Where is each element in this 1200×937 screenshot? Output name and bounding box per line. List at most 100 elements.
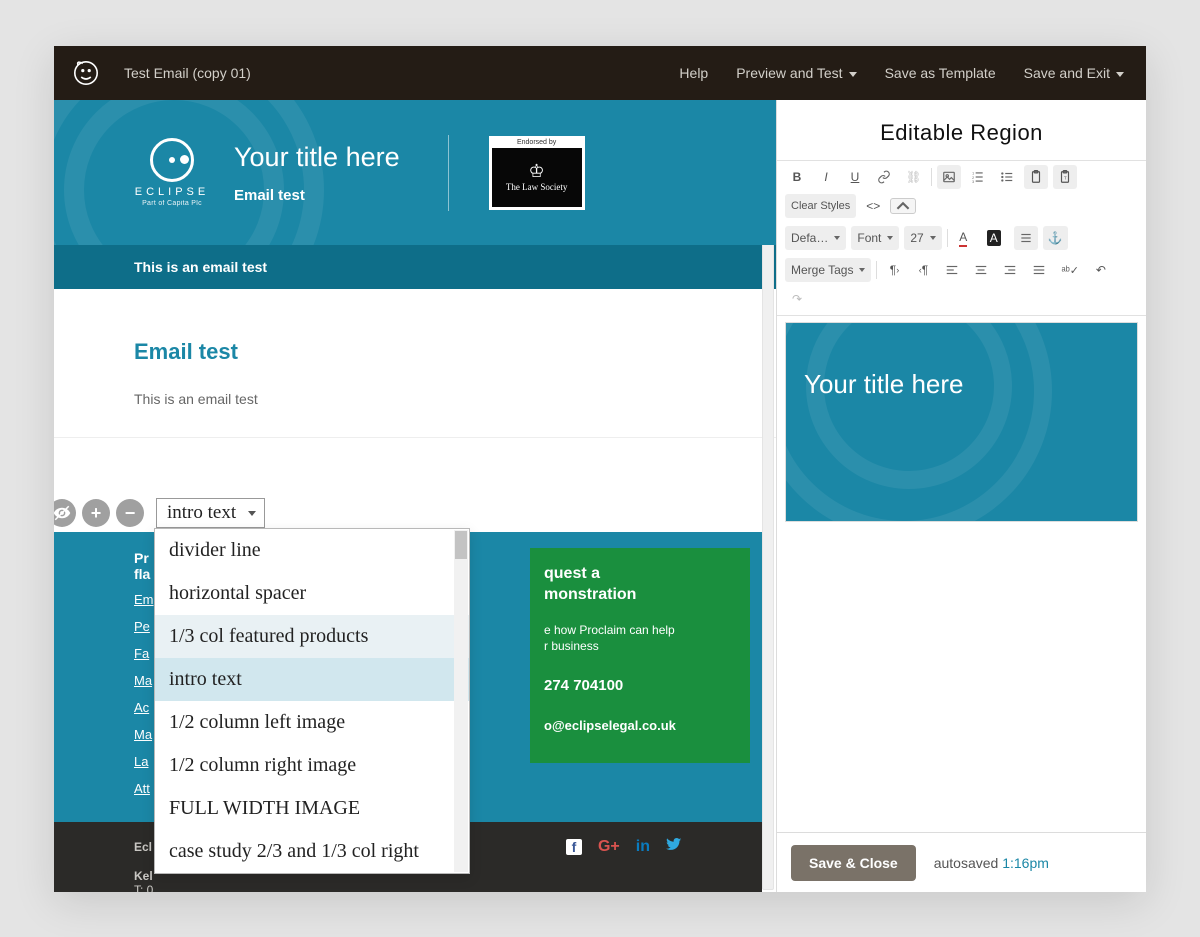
email-subtitle: Email test bbox=[234, 187, 400, 204]
topbar: Test Email (copy 01) Help Preview and Te… bbox=[54, 46, 1146, 100]
dropdown-item[interactable]: 1/3 col featured products bbox=[155, 615, 469, 658]
align-justify-button[interactable] bbox=[1027, 258, 1051, 282]
block-type-select[interactable]: intro text bbox=[156, 498, 265, 528]
chevron-down-icon bbox=[1116, 72, 1124, 77]
link-button[interactable] bbox=[872, 165, 896, 189]
preview-test-menu[interactable]: Preview and Test bbox=[736, 65, 856, 81]
facebook-icon[interactable]: f bbox=[566, 839, 582, 855]
eclipse-logo: ECLIPSE Part of Capita Plc bbox=[134, 138, 210, 207]
unordered-list-button[interactable] bbox=[995, 165, 1019, 189]
chevron-down-icon bbox=[859, 268, 865, 272]
paste-text-button[interactable]: T bbox=[1053, 165, 1077, 189]
save-close-button[interactable]: Save & Close bbox=[791, 845, 916, 881]
cta-title-2: monstration bbox=[544, 586, 636, 603]
line-height-button[interactable] bbox=[1014, 226, 1038, 250]
editor-footer: Save & Close autosaved 1:16pm bbox=[777, 832, 1146, 892]
clear-styles-button[interactable]: Clear Styles bbox=[785, 194, 856, 218]
rtl-button[interactable]: ‹¶ bbox=[911, 258, 935, 282]
chevron-down-icon bbox=[849, 72, 857, 77]
chevron-down-icon bbox=[887, 236, 893, 240]
preview-label: Preview and Test bbox=[736, 65, 842, 81]
unlink-button[interactable]: ⛓ bbox=[901, 165, 926, 189]
image-button[interactable] bbox=[937, 165, 961, 189]
underline-button[interactable]: U bbox=[843, 165, 867, 189]
cta-email: o@eclipselegal.co.uk bbox=[544, 718, 736, 733]
email-preview: ECLIPSE Part of Capita Plc Your title he… bbox=[54, 100, 776, 892]
google-plus-icon[interactable]: G+ bbox=[598, 838, 620, 856]
toggle-visibility-button[interactable] bbox=[54, 499, 76, 527]
anchor-button[interactable]: ⚓ bbox=[1043, 226, 1068, 250]
footer-intro-1: Pr bbox=[134, 550, 149, 566]
save-template-label: Save as Template bbox=[885, 65, 996, 81]
block-actions: + − intro text bbox=[54, 498, 265, 528]
editor-canvas[interactable]: Your title here bbox=[785, 322, 1138, 522]
save-exit-menu[interactable]: Save and Exit bbox=[1024, 65, 1124, 81]
paste-button[interactable] bbox=[1024, 165, 1048, 189]
autosave-status: autosaved 1:16pm bbox=[934, 855, 1049, 871]
editor-title: Editable Region bbox=[777, 100, 1146, 160]
linkedin-icon[interactable]: in bbox=[636, 838, 650, 856]
footer-company: Ecl bbox=[134, 840, 152, 854]
bold-button[interactable]: B bbox=[785, 165, 809, 189]
undo-button[interactable]: ↶ bbox=[1089, 258, 1113, 282]
canvas-title[interactable]: Your title here bbox=[786, 323, 1137, 400]
dropdown-item[interactable]: horizontal spacer bbox=[155, 572, 469, 615]
align-right-button[interactable] bbox=[998, 258, 1022, 282]
bg-color-button[interactable]: A bbox=[982, 226, 1009, 250]
spellcheck-button[interactable]: ᵃᵇ✓ bbox=[1056, 258, 1083, 282]
save-exit-label: Save and Exit bbox=[1024, 65, 1110, 81]
ltr-button[interactable]: ¶› bbox=[882, 258, 906, 282]
font-family-select[interactable]: Defa… bbox=[785, 226, 846, 250]
dropdown-scrollbar[interactable] bbox=[454, 530, 468, 872]
remove-block-button[interactable]: − bbox=[116, 499, 144, 527]
svg-text:1: 1 bbox=[972, 172, 974, 176]
email-body-block[interactable]: Email test This is an email test bbox=[54, 289, 776, 438]
law-society-badge: Endorsed by ♔ The Law Society bbox=[489, 136, 585, 210]
svg-text:T: T bbox=[1064, 175, 1067, 180]
source-code-button[interactable]: <> bbox=[861, 194, 885, 218]
help-label: Help bbox=[679, 65, 708, 81]
merge-tags-select[interactable]: Merge Tags bbox=[785, 258, 871, 282]
editor-panel: Editable Region B I U ⛓ 123 bbox=[776, 100, 1146, 892]
dropdown-item[interactable]: 1/2 column left image bbox=[155, 701, 469, 744]
collapse-button[interactable] bbox=[890, 198, 916, 214]
cta-body-2: r business bbox=[544, 639, 599, 653]
dropdown-item-selected[interactable]: intro text bbox=[155, 658, 469, 701]
dropdown-item[interactable]: case study 2/3 and 1/3 col right bbox=[155, 830, 469, 873]
dropdown-item[interactable]: divider line bbox=[155, 529, 469, 572]
chevron-down-icon bbox=[930, 236, 936, 240]
body-text: This is an email test bbox=[134, 391, 696, 407]
dropdown-item[interactable]: 1/2 column right image bbox=[155, 744, 469, 787]
font-size-select[interactable]: 27 bbox=[904, 226, 941, 250]
save-template-menu[interactable]: Save as Template bbox=[885, 65, 996, 81]
align-center-button[interactable] bbox=[969, 258, 993, 282]
block-type-dropdown[interactable]: divider line horizontal spacer 1/3 col f… bbox=[154, 528, 470, 874]
chevron-down-icon bbox=[248, 511, 256, 516]
body-heading: Email test bbox=[134, 339, 696, 365]
brand-name: ECLIPSE bbox=[134, 186, 210, 198]
redo-button[interactable]: ↷ bbox=[785, 287, 809, 311]
italic-button[interactable]: I bbox=[814, 165, 838, 189]
align-left-button[interactable] bbox=[940, 258, 964, 282]
mailchimp-logo[interactable] bbox=[54, 57, 118, 89]
email-subheader[interactable]: This is an email test bbox=[54, 245, 776, 289]
twitter-icon[interactable] bbox=[666, 836, 682, 857]
cta-body-1: e how Proclaim can help bbox=[544, 623, 675, 637]
cta-phone: 274 704100 bbox=[544, 677, 736, 694]
help-menu[interactable]: Help bbox=[679, 65, 708, 81]
text-color-button[interactable]: A bbox=[953, 226, 977, 250]
add-block-button[interactable]: + bbox=[82, 499, 110, 527]
brand-tagline: Part of Capita Plc bbox=[134, 200, 210, 207]
law-society-label: The Law Society bbox=[506, 182, 567, 192]
font-name-select[interactable]: Font bbox=[851, 226, 899, 250]
dropdown-item[interactable]: FULL WIDTH IMAGE bbox=[155, 787, 469, 830]
footer-intro-2: fla bbox=[134, 566, 150, 582]
ordered-list-button[interactable]: 123 bbox=[966, 165, 990, 189]
email-header[interactable]: ECLIPSE Part of Capita Plc Your title he… bbox=[54, 100, 776, 245]
email-title: Your title here bbox=[234, 142, 400, 173]
cta-demo-box[interactable]: quest a monstration e how Proclaim can h… bbox=[530, 548, 750, 763]
editor-toolbar: B I U ⛓ 123 bbox=[777, 160, 1146, 316]
cta-title-1: quest a bbox=[544, 565, 600, 582]
endorsed-label: Endorsed by bbox=[517, 139, 556, 146]
svg-text:2: 2 bbox=[972, 176, 974, 180]
